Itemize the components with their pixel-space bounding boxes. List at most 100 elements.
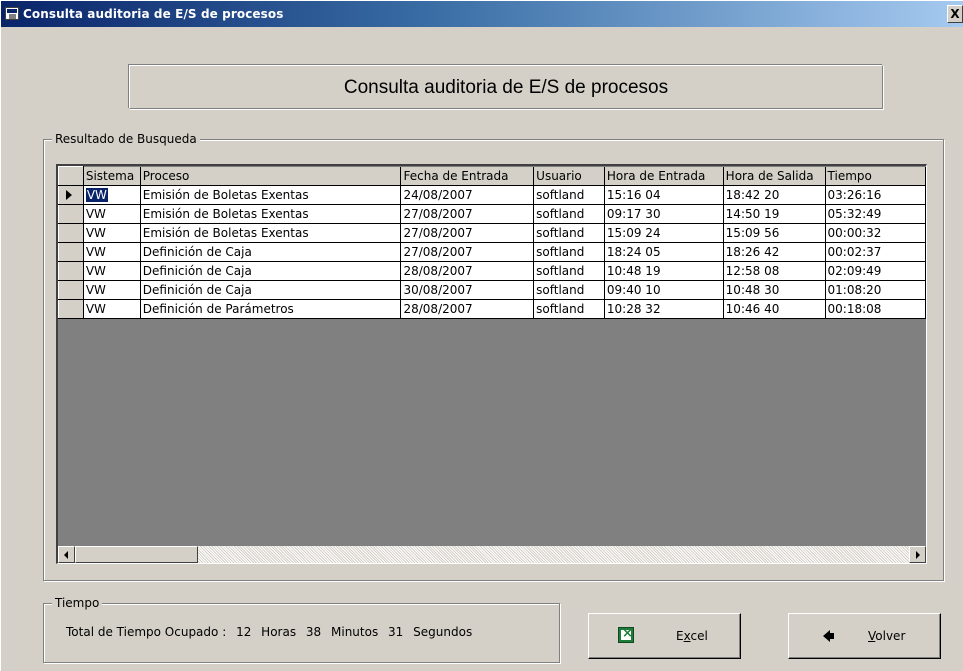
cell-tiempo[interactable]: 05:32:49	[825, 204, 926, 224]
cell-hora-salida[interactable]: 18:42 20	[723, 185, 826, 205]
cell-hora-entrada[interactable]: 18:24 05	[604, 242, 724, 262]
results-grid[interactable]: Sistema Proceso Fecha de Entrada Usuario…	[56, 164, 927, 564]
horizontal-scrollbar[interactable]	[58, 546, 926, 563]
cell-hora-entrada[interactable]: 09:17 30	[604, 204, 724, 224]
minutes-unit: Minutos	[331, 625, 379, 639]
total-time-label: Total de Tiempo Ocupado :	[66, 625, 227, 639]
cell-proceso[interactable]: Definición de Caja	[140, 261, 402, 281]
cell-fecha-entrada[interactable]: 27/08/2007	[400, 204, 535, 224]
cell-fecha-entrada[interactable]: 27/08/2007	[400, 242, 535, 262]
total-seconds: 31	[388, 625, 404, 639]
table-row[interactable]: VW Emisión de Boletas Exentas 24/08/2007…	[58, 185, 926, 205]
row-selector[interactable]	[58, 242, 84, 262]
cell-hora-salida[interactable]: 10:48 30	[723, 280, 826, 300]
row-selector[interactable]	[58, 204, 84, 224]
cell-fecha-entrada[interactable]: 24/08/2007	[400, 185, 535, 205]
main-window: Consulta auditoria de E/S de procesos X …	[0, 0, 963, 671]
window-title: Consulta auditoria de E/S de procesos	[23, 7, 284, 21]
cell-proceso[interactable]: Definición de Parámetros	[140, 299, 402, 319]
cell-sistema[interactable]: VW	[83, 185, 141, 205]
cell-usuario[interactable]: softland	[533, 204, 605, 224]
current-row-arrow-icon	[66, 190, 72, 200]
cell-usuario[interactable]: softland	[533, 299, 605, 319]
row-selector[interactable]	[58, 261, 84, 281]
cell-fecha-entrada[interactable]: 30/08/2007	[400, 280, 535, 300]
row-selector[interactable]	[58, 299, 84, 319]
cell-hora-salida[interactable]: 10:46 40	[723, 299, 826, 319]
table-row[interactable]: VW Definición de Parámetros 28/08/2007 s…	[58, 299, 926, 319]
cell-usuario[interactable]: softland	[533, 185, 605, 205]
cell-usuario[interactable]: softland	[533, 223, 605, 243]
tiempo-legend: Tiempo	[52, 596, 103, 610]
column-header-sistema[interactable]: Sistema	[83, 166, 141, 186]
cell-usuario[interactable]: softland	[533, 261, 605, 281]
cell-usuario[interactable]: softland	[533, 280, 605, 300]
table-row[interactable]: VW Definición de Caja 30/08/2007 softlan…	[58, 280, 926, 300]
title-bar[interactable]: Consulta auditoria de E/S de procesos X	[1, 1, 963, 27]
total-minutes: 38	[305, 625, 322, 639]
cell-hora-salida[interactable]: 12:58 08	[723, 261, 826, 281]
table-row[interactable]: VW Emisión de Boletas Exentas 27/08/2007…	[58, 223, 926, 243]
page-title: Consulta auditoria de E/S de procesos	[129, 65, 883, 109]
cell-fecha-entrada[interactable]: 28/08/2007	[400, 299, 535, 319]
scroll-left-arrow-icon	[64, 551, 68, 559]
cell-hora-entrada[interactable]: 10:28 32	[604, 299, 724, 319]
cell-hora-entrada[interactable]: 15:16 04	[604, 185, 724, 205]
cell-tiempo[interactable]: 00:00:32	[825, 223, 926, 243]
volver-button[interactable]: Volver	[788, 613, 941, 659]
cell-sistema[interactable]: VW	[83, 223, 141, 243]
scroll-thumb[interactable]	[75, 546, 198, 563]
column-header-fecha-entrada[interactable]: Fecha de Entrada	[400, 166, 535, 186]
cell-tiempo[interactable]: 02:09:49	[825, 261, 926, 281]
cell-hora-salida[interactable]: 18:26 42	[723, 242, 826, 262]
scroll-right-arrow-icon	[916, 551, 920, 559]
cell-proceso[interactable]: Definición de Caja	[140, 280, 402, 300]
cell-tiempo[interactable]: 00:02:37	[825, 242, 926, 262]
cell-tiempo[interactable]: 01:08:20	[825, 280, 926, 300]
column-header-usuario[interactable]: Usuario	[533, 166, 605, 186]
cell-hora-entrada[interactable]: 10:48 19	[604, 261, 724, 281]
results-legend: Resultado de Busqueda	[52, 132, 200, 146]
cell-proceso[interactable]: Emisión de Boletas Exentas	[140, 185, 402, 205]
cell-sistema[interactable]: VW	[83, 261, 141, 281]
cell-tiempo[interactable]: 00:18:08	[825, 299, 926, 319]
column-header-hora-salida[interactable]: Hora de Salida	[723, 166, 826, 186]
cell-proceso[interactable]: Emisión de Boletas Exentas	[140, 204, 402, 224]
excel-button[interactable]: Excel	[588, 613, 741, 659]
row-selector[interactable]	[58, 223, 84, 243]
excel-icon	[618, 626, 634, 643]
close-button[interactable]: X	[947, 5, 963, 23]
cell-proceso[interactable]: Definición de Caja	[140, 242, 402, 262]
table-row[interactable]: VW Definición de Caja 27/08/2007 softlan…	[58, 242, 926, 262]
cell-fecha-entrada[interactable]: 28/08/2007	[400, 261, 535, 281]
cell-sistema[interactable]: VW	[83, 280, 141, 300]
results-table: Sistema Proceso Fecha de Entrada Usuario…	[58, 166, 926, 319]
hours-unit: Horas	[261, 625, 297, 639]
scroll-right-button[interactable]	[909, 546, 926, 563]
cell-proceso[interactable]: Emisión de Boletas Exentas	[140, 223, 402, 243]
table-header-row: Sistema Proceso Fecha de Entrada Usuario…	[58, 166, 926, 186]
app-icon	[5, 7, 19, 20]
row-selector[interactable]	[58, 185, 84, 205]
volver-button-label: Volver	[868, 629, 906, 643]
cell-sistema[interactable]: VW	[83, 204, 141, 224]
cell-tiempo[interactable]: 03:26:16	[825, 185, 926, 205]
table-row[interactable]: VW Definición de Caja 28/08/2007 softlan…	[58, 261, 926, 281]
scroll-left-button[interactable]	[58, 546, 75, 563]
cell-sistema[interactable]: VW	[83, 299, 141, 319]
row-selector-header	[58, 166, 84, 186]
table-row[interactable]: VW Emisión de Boletas Exentas 27/08/2007…	[58, 204, 926, 224]
column-header-tiempo[interactable]: Tiempo	[825, 166, 926, 186]
column-header-proceso[interactable]: Proceso	[140, 166, 402, 186]
back-arrow-icon	[823, 630, 834, 642]
cell-hora-salida[interactable]: 15:09 56	[723, 223, 826, 243]
column-header-hora-entrada[interactable]: Hora de Entrada	[604, 166, 724, 186]
cell-hora-entrada[interactable]: 15:09 24	[604, 223, 724, 243]
cell-hora-entrada[interactable]: 09:40 10	[604, 280, 724, 300]
cell-hora-salida[interactable]: 14:50 19	[723, 204, 826, 224]
cell-usuario[interactable]: softland	[533, 242, 605, 262]
row-selector[interactable]	[58, 280, 84, 300]
cell-fecha-entrada[interactable]: 27/08/2007	[400, 223, 535, 243]
cell-sistema[interactable]: VW	[83, 242, 141, 262]
excel-button-label: Excel	[676, 629, 708, 643]
